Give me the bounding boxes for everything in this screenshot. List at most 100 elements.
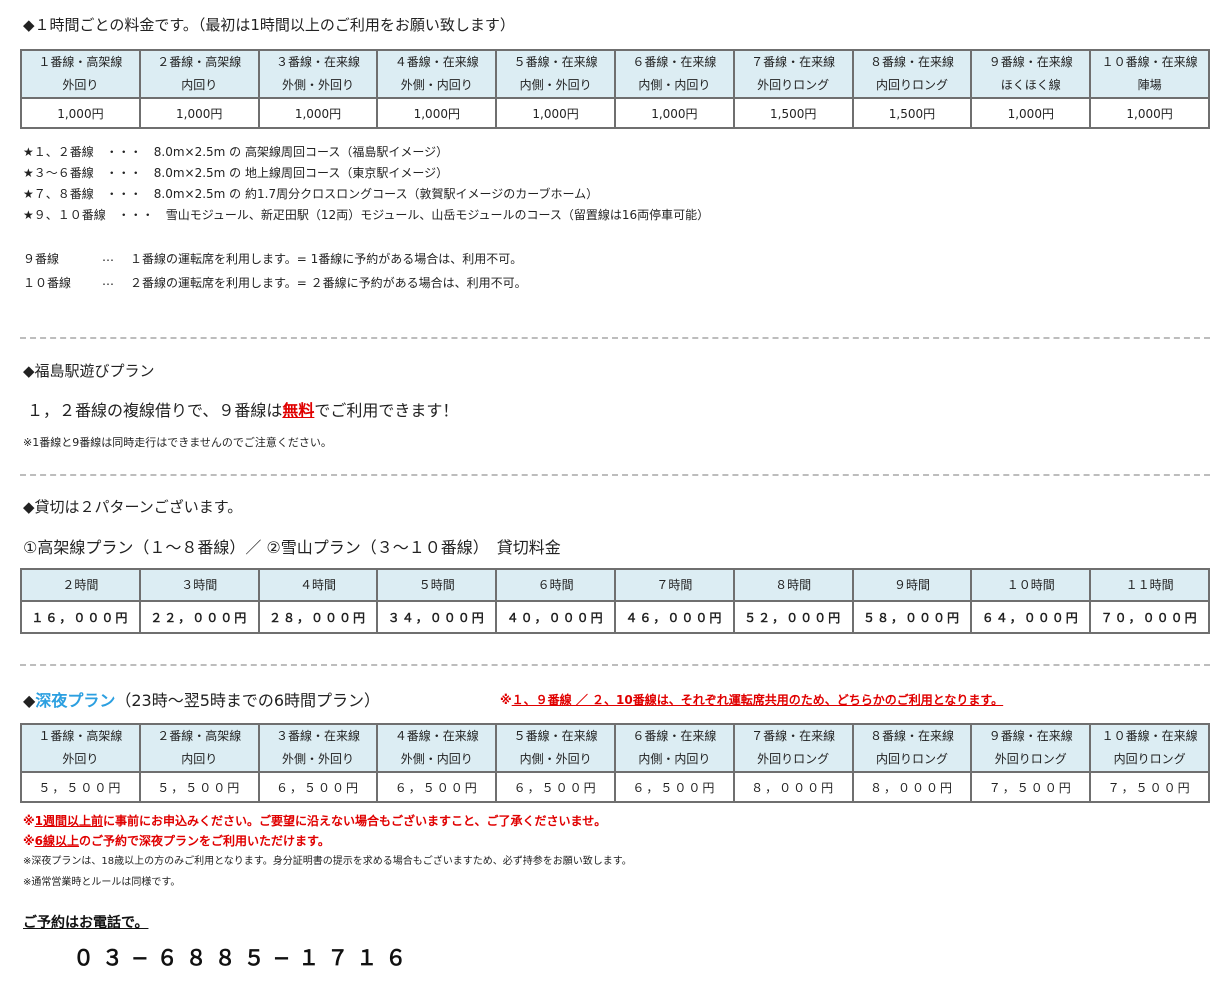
price-cell: ６，５００円 <box>257 771 379 803</box>
price-cell: １６，０００円 <box>20 600 141 634</box>
price-cell: 1,500円 <box>851 97 973 129</box>
hourly-fee-title: ◆１時間ごとの料金です。（最初は1時間以上のご利用をお願い致します） <box>23 16 515 34</box>
late-night-plan-title: 深夜プラン <box>35 691 116 710</box>
price-cell: ８，０００円 <box>732 771 854 803</box>
late-night-plan-subtitle: （23時～翌5時までの6時間プラン） <box>115 691 381 710</box>
table-header-cell: ５番線・在来線 内側・外回り <box>495 723 616 773</box>
price-cell: ６，５００円 <box>495 771 616 803</box>
section-divider <box>20 474 1210 476</box>
course-note: ★３～６番線 ・・・ 8.0m×2.5m の 地上線周回コース（東京駅イメージ） <box>23 166 449 180</box>
price-cell: ５８，０００円 <box>851 600 973 634</box>
price-cell: ３４，０００円 <box>376 600 498 634</box>
course-note: ★７、８番線 ・・・ 8.0m×2.5m の 約1.7周分クロスロングコース（敦… <box>23 187 599 201</box>
line10-label: １０番線 <box>23 276 72 290</box>
table-price-row: 1,000円 1,000円 1,000円 1,000円 1,000円 1,000… <box>20 97 1210 129</box>
table-header-cell: ９時間 <box>851 568 973 602</box>
table-header-cell: ９番線・在来線 外回りロング <box>970 723 1092 773</box>
price-cell: 1,500円 <box>732 97 854 129</box>
table-price-row: ５，５００円 ５，５００円 ６，５００円 ６，５００円 ６，５００円 ６，５００… <box>20 771 1210 803</box>
fukushima-plan-note: ※1番線と9番線は同時走行はできませんのでご注意ください。 <box>23 436 332 449</box>
price-cell: 1,000円 <box>1089 97 1210 129</box>
price-cell: ４６，０００円 <box>613 600 735 634</box>
table-header-cell: ２番線・高架線 内回り <box>138 723 260 773</box>
price-cell: ５，５００円 <box>20 771 141 803</box>
table-header-cell: ７番線・在来線 外回りロング <box>732 49 854 99</box>
price-cell: 1,000円 <box>970 97 1092 129</box>
table-header-cell: ８番線・在来線 内回りロング <box>851 723 973 773</box>
table-header-cell: １０番線・在来線 内回りロング <box>1089 723 1210 773</box>
table-header-cell: ９番線・在来線 ほくほく線 <box>970 49 1092 99</box>
hourly-fee-table: １番線・高架線 外回り ２番線・高架線 内回り ３番線・在来線 外側・外回り ４番線・… <box>20 49 1210 129</box>
price-cell: 1,000円 <box>613 97 735 129</box>
phone-number[interactable]: ０３−６８８５−１７１６ <box>73 942 414 972</box>
table-header-cell: ８番線・在来線 内回りロング <box>851 49 973 99</box>
table-header-cell: ３番線・在来線 外側・外回り <box>257 723 379 773</box>
table-header-row: ２時間 ３時間 ４時間 ５時間 ６時間 ７時間 ８時間 ９時間 １０時間 １１時… <box>20 568 1210 602</box>
section-divider <box>20 337 1210 339</box>
price-cell: ６４，０００円 <box>970 600 1092 634</box>
price-cell: ７，５００円 <box>970 771 1092 803</box>
diamond-icon: ◆ <box>23 691 36 710</box>
fukushima-plan-title: ◆福島駅遊びプラン <box>23 362 155 380</box>
line9-note: １番線の運転席を利用します。= 1番線に予約がある場合は、利用不可。 <box>130 252 523 266</box>
late-night-note-1: ※1週間以上前に事前にお申込みください。ご要望に沿えない場合もございますこと、ご… <box>23 814 607 828</box>
table-header-cell: １番線・高架線 外回り <box>20 49 141 99</box>
table-header-row: １番線・高架線 外回り ２番線・高架線 内回り ３番線・在来線 外側・外回り ４番線・… <box>20 723 1210 773</box>
table-price-row: １６，０００円 ２２，０００円 ２８，０００円 ３４，０００円 ４０，０００円 … <box>20 600 1210 634</box>
table-header-cell: ８時間 <box>732 568 854 602</box>
price-cell: ７０，０００円 <box>1089 600 1210 634</box>
table-header-cell: ４時間 <box>257 568 379 602</box>
price-cell: 1,000円 <box>376 97 498 129</box>
late-night-warning: ※１、９番線 ／ ２、10番線は、それぞれ運転席共用のため、どちらかのご利用とな… <box>500 693 1004 707</box>
line10-note: ２番線の運転席を利用します。= ２番線に予約がある場合は、利用不可。 <box>130 276 527 290</box>
line9-dots: … <box>102 250 114 264</box>
free-highlight: 無料 <box>282 401 315 420</box>
price-cell: ５，５００円 <box>138 771 260 803</box>
late-night-note-2: ※6線以上のご予約で深夜プランをご利用いただけます。 <box>23 834 330 848</box>
reservation-label: ご予約はお電話で。 <box>23 915 149 931</box>
price-cell: ７，５００円 <box>1089 771 1210 803</box>
price-cell: ６，５００円 <box>613 771 735 803</box>
price-cell: ５２，０００円 <box>732 600 854 634</box>
price-cell: ６，５００円 <box>376 771 498 803</box>
table-header-cell: ４番線・在来線 外側・内回り <box>376 49 498 99</box>
late-night-table: １番線・高架線 外回り ２番線・高架線 内回り ３番線・在来線 外側・外回り ４番線・… <box>20 723 1210 803</box>
fukushima-plan-lead: １，２番線の複線借りで、９番線は無料でご利用できます！ <box>27 401 459 420</box>
section-divider <box>20 664 1210 666</box>
table-header-cell: １０番線・在来線 陣場 <box>1089 49 1210 99</box>
table-header-row: １番線・高架線 外回り ２番線・高架線 内回り ３番線・在来線 外側・外回り ４番線・… <box>20 49 1210 99</box>
price-cell: ８，０００円 <box>851 771 973 803</box>
table-header-cell: ２時間 <box>20 568 141 602</box>
line10-dots: … <box>102 274 114 288</box>
charter-title: ◆貸切は２パターンございます。 <box>23 498 243 516</box>
price-cell: ４０，０００円 <box>495 600 616 634</box>
table-header-cell: １番線・高架線 外回り <box>20 723 141 773</box>
table-header-cell: ７番線・在来線 外回りロング <box>732 723 854 773</box>
table-header-cell: ４番線・在来線 外側・内回り <box>376 723 498 773</box>
table-header-cell: ６番線・在来線 内側・内回り <box>613 723 735 773</box>
table-header-cell: ７時間 <box>613 568 735 602</box>
table-header-cell: ３番線・在来線 外側・外回り <box>257 49 379 99</box>
table-header-cell: ３時間 <box>138 568 260 602</box>
table-header-cell: ５番線・在来線 内側・外回り <box>495 49 616 99</box>
late-night-note-3: ※深夜プランは、18歳以上の方のみご利用となります。身分証明書の提示を求める場合… <box>23 856 632 867</box>
late-night-plan-heading: ◆深夜プラン（23時～翌5時までの6時間プラン） <box>23 687 380 711</box>
price-cell: ２８，０００円 <box>257 600 379 634</box>
course-note: ★１、２番線 ・・・ 8.0m×2.5m の 高架線周回コース（福島駅イメージ） <box>23 145 449 159</box>
price-cell: 1,000円 <box>495 97 616 129</box>
price-cell: 1,000円 <box>138 97 260 129</box>
table-header-cell: ６番線・在来線 内側・内回り <box>613 49 735 99</box>
charter-subtitle: ①高架線プラン（１～８番線）／ ②雪山プラン（３～１０番線） 貸切料金 <box>23 538 561 557</box>
price-cell: 1,000円 <box>257 97 379 129</box>
course-note: ★９、１０番線 ・・・ 雪山モジュール、新疋田駅（12両）モジュール、山岳モジュ… <box>23 208 710 222</box>
table-header-cell: １０時間 <box>970 568 1092 602</box>
late-night-note-4: ※通常営業時とルールは同様です。 <box>23 877 181 888</box>
line9-label: ９番線 <box>23 252 60 266</box>
price-cell: 1,000円 <box>20 97 141 129</box>
table-header-cell: ２番線・高架線 内回り <box>138 49 260 99</box>
table-header-cell: １１時間 <box>1089 568 1210 602</box>
table-header-cell: ５時間 <box>376 568 498 602</box>
price-cell: ２２，０００円 <box>138 600 260 634</box>
charter-table: ２時間 ３時間 ４時間 ５時間 ６時間 ７時間 ８時間 ９時間 １０時間 １１時… <box>20 568 1210 634</box>
table-header-cell: ６時間 <box>495 568 616 602</box>
